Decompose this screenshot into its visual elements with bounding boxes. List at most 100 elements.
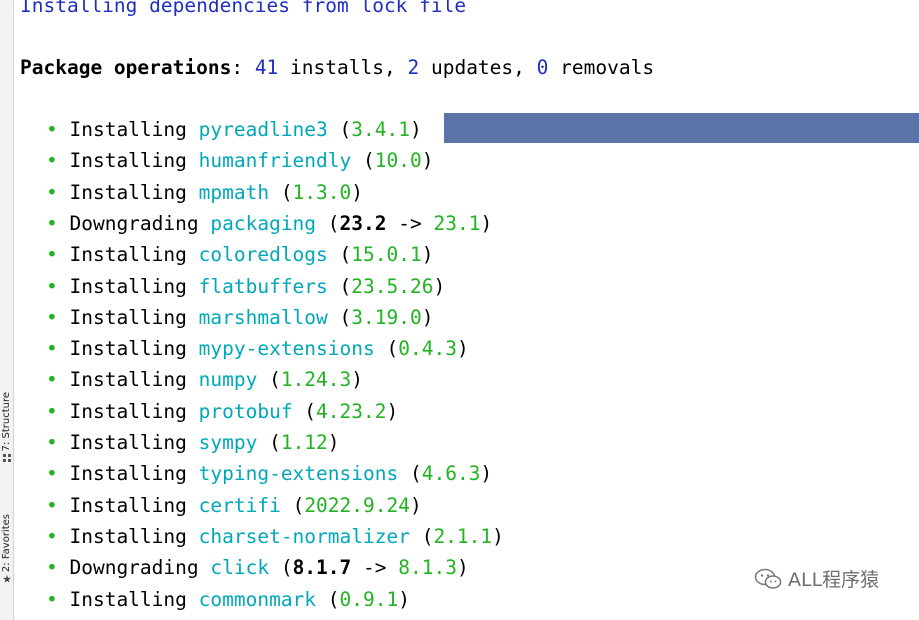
package-line: • Downgrading packaging (23.2 -> 23.1) <box>46 211 493 235</box>
installs-label: installs, <box>290 56 396 79</box>
package-line: • Installing mypy-extensions (0.4.3) <box>46 337 469 361</box>
package-line: • Installing charset-normalizer (2.1.1) <box>46 524 504 548</box>
bullet-icon: • <box>46 368 70 392</box>
terminal-window: 7: Structure 2: Favorites Installing dep… <box>0 0 919 620</box>
package-name: humanfriendly <box>198 149 352 173</box>
package-name: charset-normalizer <box>198 524 410 548</box>
package-version: 23.5.26 <box>351 274 434 298</box>
package-action: Downgrading <box>69 556 199 580</box>
updates-count: 2 <box>407 56 420 79</box>
removals-label: removals <box>560 56 655 79</box>
package-version: 23.1 <box>433 211 481 235</box>
package-line: • Installing flatbuffers (23.5.26) <box>46 274 446 298</box>
structure-icon <box>2 454 11 463</box>
package-name: protobuf <box>198 399 293 423</box>
package-version: 0.4.3 <box>398 337 457 361</box>
package-action: Installing <box>69 118 187 141</box>
package-version: 0.9.1 <box>339 587 399 611</box>
package-action: Installing <box>69 462 187 486</box>
bullet-icon: • <box>46 462 70 486</box>
operations-label: Package operations <box>20 56 232 79</box>
favorites-tab-label: 2: Favorites <box>1 514 12 573</box>
bullet-icon: • <box>46 431 70 454</box>
package-version: 3.4.1 <box>351 118 410 141</box>
package-action: Installing <box>69 180 187 204</box>
package-action: Installing <box>69 337 187 361</box>
package-name: click <box>210 556 270 580</box>
package-operations-line: Package operations: 41 installs, 2 updat… <box>20 54 654 82</box>
package-line: • Installing coloredlogs (15.0.1) <box>46 243 434 267</box>
package-line: • Installing humanfriendly (10.0) <box>46 149 434 173</box>
package-name: mpmath <box>198 180 270 204</box>
package-action: Installing <box>69 149 187 173</box>
wechat-icon <box>754 568 782 589</box>
package-action: Installing <box>69 399 187 423</box>
package-action: Installing <box>69 274 187 298</box>
bullet-icon: • <box>46 211 70 235</box>
package-name: mypy-extensions <box>198 337 375 361</box>
terminal-output[interactable]: Installing dependencies from lock file P… <box>20 0 919 611</box>
package-version: 4.23.2 <box>316 399 387 423</box>
package-action: Installing <box>69 368 187 392</box>
package-line: • Installing mpmath (1.3.0) <box>46 180 364 204</box>
bullet-icon: • <box>46 149 70 173</box>
package-action: Installing <box>69 587 187 611</box>
package-line: • Installing typing-extensions (4.6.3) <box>46 462 493 486</box>
package-line: • Installing protobuf (4.23.2) <box>46 399 399 423</box>
package-version: 8.1.3 <box>398 556 457 580</box>
install-header-line: Installing dependencies from lock file <box>20 0 467 17</box>
package-name: marshmallow <box>198 305 328 329</box>
package-line: • Installing sympy (1.12) <box>46 431 340 454</box>
bullet-icon: • <box>46 305 70 329</box>
package-from-version: 8.1.7 <box>292 556 352 580</box>
package-version: 10.0 <box>374 149 422 173</box>
package-name: packaging <box>210 211 317 235</box>
operations-colon: : <box>231 56 255 79</box>
bullet-icon: • <box>46 274 70 298</box>
structure-tab-label: 7: Structure <box>1 392 12 452</box>
package-name: typing-extensions <box>198 462 399 486</box>
package-version: 15.0.1 <box>351 243 422 267</box>
package-action: Installing <box>69 431 187 454</box>
package-from-version: 23.2 <box>339 211 387 235</box>
package-line: • Installing commonmark (0.9.1) <box>46 587 410 611</box>
package-name: certifi <box>198 493 281 517</box>
package-action: Installing <box>69 305 187 329</box>
bullet-icon: • <box>46 524 70 548</box>
package-line: • Installing numpy (1.24.3) <box>46 368 364 392</box>
removals-count: 0 <box>536 56 549 79</box>
installs-count: 41 <box>254 56 279 79</box>
package-name: coloredlogs <box>198 243 328 267</box>
package-name: numpy <box>198 368 258 392</box>
package-name: sympy <box>198 431 258 454</box>
package-action: Downgrading <box>69 211 199 235</box>
package-line: • Installing marshmallow (3.19.0) <box>46 305 434 329</box>
package-version: 3.19.0 <box>351 305 422 329</box>
package-version: 2.1.1 <box>433 524 493 548</box>
structure-tab[interactable]: 7: Structure <box>0 392 13 463</box>
updates-label: updates, <box>430 56 525 79</box>
bullet-icon: • <box>46 118 70 141</box>
bullet-icon: • <box>46 337 70 361</box>
package-action: Installing <box>69 243 187 267</box>
package-version: 4.6.3 <box>421 462 481 486</box>
package-version: 1.12 <box>280 431 328 454</box>
package-version: 2022.9.24 <box>304 493 410 517</box>
package-version: 1.24.3 <box>280 368 352 392</box>
bullet-icon: • <box>46 587 70 611</box>
bullet-icon: • <box>46 556 70 580</box>
bullet-icon: • <box>46 180 70 204</box>
package-line: • Installing pyreadline3 (3.4.1) <box>46 118 422 141</box>
bullet-icon: • <box>46 399 70 423</box>
package-name: flatbuffers <box>198 274 328 298</box>
package-name: pyreadline3 <box>198 118 328 141</box>
watermark-text: ALL程序猿 <box>788 569 880 591</box>
package-line: • Installing certifi (2022.9.24) <box>46 493 422 517</box>
side-tool-strip: 7: Structure 2: Favorites <box>0 0 14 620</box>
package-name: commonmark <box>198 587 317 611</box>
bullet-icon: • <box>46 493 70 517</box>
package-action: Installing <box>69 493 187 517</box>
package-action: Installing <box>69 524 187 548</box>
star-icon <box>2 575 11 583</box>
favorites-tab[interactable]: 2: Favorites <box>0 514 13 583</box>
